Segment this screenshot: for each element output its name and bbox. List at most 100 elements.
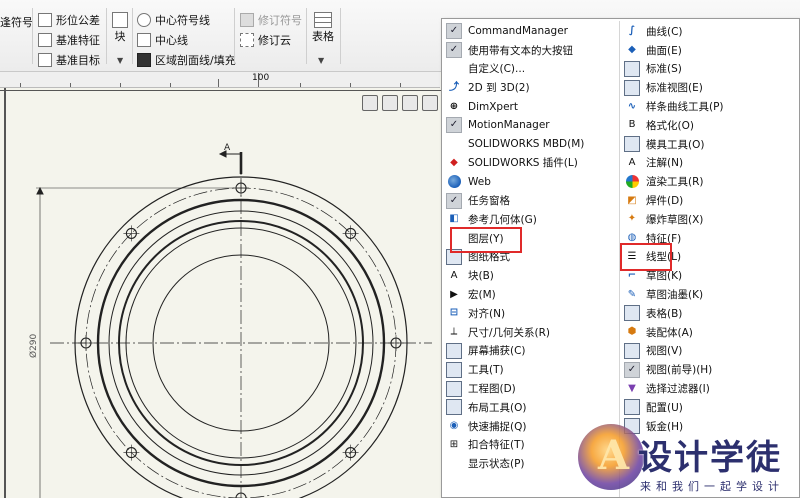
menu-item-label: 扣合特征(T): [468, 439, 525, 452]
menu-item-table[interactable]: 表格(B): [622, 304, 800, 323]
centerline-label: 中心线: [155, 34, 188, 47]
menu-item-customize[interactable]: 自定义(C)...: [444, 60, 617, 79]
toolbar-divider: [106, 8, 107, 64]
menu-item-label: CommandManager: [468, 25, 568, 38]
menu-item-render-tools[interactable]: 渲染工具(R): [622, 172, 800, 191]
toolbar-divider: [234, 8, 235, 64]
menu-item-format[interactable]: B 格式化(O): [622, 116, 800, 135]
view-settings-icon[interactable]: [422, 95, 438, 111]
menu-item-motionmanager[interactable]: ✓ MotionManager: [444, 116, 617, 135]
dimension-icon: ⟂: [450, 326, 458, 338]
menu-item-2d-to-3d[interactable]: ⤴ 2D 到 3D(2): [444, 78, 617, 97]
menu-item-explode-sketch[interactable]: ✦ 爆炸草图(X): [622, 210, 800, 229]
ruler-tick: [350, 83, 351, 87]
menu-item-label: 工具(T): [468, 364, 504, 377]
menu-item-screen-capture[interactable]: 屏幕捕获(C): [444, 342, 617, 361]
gtol-tool[interactable]: 形位公差: [38, 12, 100, 28]
weldments-icon: ◩: [627, 194, 637, 206]
menu-item-weldments[interactable]: ◩ 焊件(D): [622, 191, 800, 210]
ruler-tick: [170, 83, 171, 87]
menu-item-standard-views[interactable]: 标准视图(E): [622, 78, 800, 97]
revision-cloud-tool[interactable]: 修订云: [240, 32, 291, 48]
menu-item-blocks[interactable]: A 块(B): [444, 266, 617, 285]
table-tool[interactable]: 表格: [312, 12, 334, 44]
menu-item-label: 标准(S): [646, 63, 682, 76]
centerline-symbol-tool[interactable]: 中心符号线: [137, 12, 210, 28]
menu-item-configurations[interactable]: 配置(U): [622, 398, 800, 417]
menu-item-label: 使用带有文本的大按钮: [468, 44, 573, 57]
menu-item-label: 装配体(A): [646, 326, 693, 339]
menu-item-macro[interactable]: ▶ 宏(M): [444, 285, 617, 304]
block-dropdown-icon[interactable]: ▼: [117, 56, 123, 65]
quick-snap-icon: ◉: [449, 420, 459, 432]
menu-item-assembly[interactable]: ⬢ 装配体(A): [622, 323, 800, 342]
spline-tools-icon: ∿: [627, 100, 637, 112]
datum-symbol-tool[interactable]: 逢符号: [0, 14, 33, 30]
check-icon: ✓: [446, 192, 462, 209]
flange-drawing-view[interactable]: A Ø290: [0, 88, 440, 498]
menu-item-mbd[interactable]: SOLIDWORKS MBD(M): [444, 135, 617, 154]
menu-item-dimxpert[interactable]: ⊕ DimXpert: [444, 97, 617, 116]
menu-item-large-buttons[interactable]: ✓ 使用带有文本的大按钮: [444, 41, 617, 60]
menu-item-label: 任务窗格: [468, 195, 510, 208]
centerline-icon: [137, 33, 151, 47]
menu-item-view-heads-up[interactable]: ✓ 视图(前导)(H): [622, 360, 800, 379]
standard-icon: [624, 60, 640, 77]
check-icon: ✓: [446, 117, 462, 134]
menu-item-label: 宏(M): [468, 289, 496, 302]
menu-item-align[interactable]: ⊟ 对齐(N): [444, 304, 617, 323]
menu-item-mold-tools[interactable]: 模具工具(O): [622, 135, 800, 154]
datum-target-label: 基准目标: [56, 54, 100, 67]
menu-item-annotation[interactable]: A 注解(N): [622, 154, 800, 173]
revision-cloud-icon: [240, 33, 254, 47]
menu-item-label: 块(B): [468, 270, 494, 283]
previous-view-icon[interactable]: [402, 95, 418, 111]
menu-item-standard[interactable]: 标准(S): [622, 60, 800, 79]
menu-item-label: 布局工具(O): [468, 401, 527, 414]
menu-item-web[interactable]: Web: [444, 172, 617, 191]
menu-item-drawing[interactable]: 工程图(D): [444, 379, 617, 398]
highlight-box-layers: [450, 227, 522, 253]
revision-symbol-tool[interactable]: 修订符号: [240, 12, 302, 28]
gtol-label: 形位公差: [56, 14, 100, 27]
area-hatch-tool[interactable]: 区域剖面线/填充: [137, 52, 236, 68]
zoom-to-area-icon[interactable]: [382, 95, 398, 111]
menu-item-task-pane[interactable]: ✓ 任务窗格: [444, 191, 617, 210]
menu-item-dimensions-relations[interactable]: ⟂ 尺寸/几何关系(R): [444, 323, 617, 342]
menu-item-view[interactable]: 视图(V): [622, 342, 800, 361]
menu-item-label: 2D 到 3D(2): [468, 82, 530, 95]
datum-feature-tool[interactable]: 基准特征: [38, 32, 100, 48]
ruler-tick: [20, 83, 21, 87]
ruler-tick: [400, 83, 401, 87]
menu-item-label: 视图(V): [646, 345, 683, 358]
menu-item-addins[interactable]: ◆ SOLIDWORKS 插件(L): [444, 154, 617, 173]
block-tool[interactable]: 块: [112, 12, 128, 44]
menu-item-tools[interactable]: 工具(T): [444, 360, 617, 379]
menu-item-sketch-ink[interactable]: ✎ 草图油墨(K): [622, 285, 800, 304]
revision-symbol-icon: [240, 13, 254, 27]
horizontal-ruler: 100: [0, 72, 440, 88]
datum-target-tool[interactable]: 基准目标: [38, 52, 100, 68]
revision-symbol-label: 修订符号: [258, 14, 302, 27]
menu-item-commandmanager[interactable]: ✓ CommandManager: [444, 22, 617, 41]
menu-item-layout-tools[interactable]: 布局工具(O): [444, 398, 617, 417]
centerline-tool[interactable]: 中心线: [137, 32, 188, 48]
menu-item-reference-geometry[interactable]: ◧ 参考几何体(G): [444, 210, 617, 229]
menu-item-selection-filter[interactable]: ▼ 选择过滤器(I): [622, 379, 800, 398]
menu-item-label: 快速捕捉(Q): [468, 420, 527, 433]
revision-cloud-label: 修订云: [258, 34, 291, 47]
block-icon: [112, 12, 128, 28]
menu-item-label: 视图(前导)(H): [646, 364, 713, 377]
format-icon: B: [628, 119, 636, 131]
menu-item-surfaces[interactable]: ◆ 曲面(E): [622, 41, 800, 60]
table-dropdown-icon[interactable]: ▼: [318, 56, 324, 65]
fastening-features-icon: ⊞: [449, 438, 459, 450]
sketch-ink-icon: ✎: [627, 288, 637, 300]
menu-item-curves[interactable]: ∫ 曲线(C): [622, 22, 800, 41]
menu-item-label: 爆炸草图(X): [646, 213, 704, 226]
menu-item-spline-tools[interactable]: ∿ 样条曲线工具(P): [622, 97, 800, 116]
gtol-icon: [38, 13, 52, 27]
menu-item-label: MotionManager: [468, 119, 550, 132]
zoom-to-fit-icon[interactable]: [362, 95, 378, 111]
tools-icon: [446, 361, 462, 378]
